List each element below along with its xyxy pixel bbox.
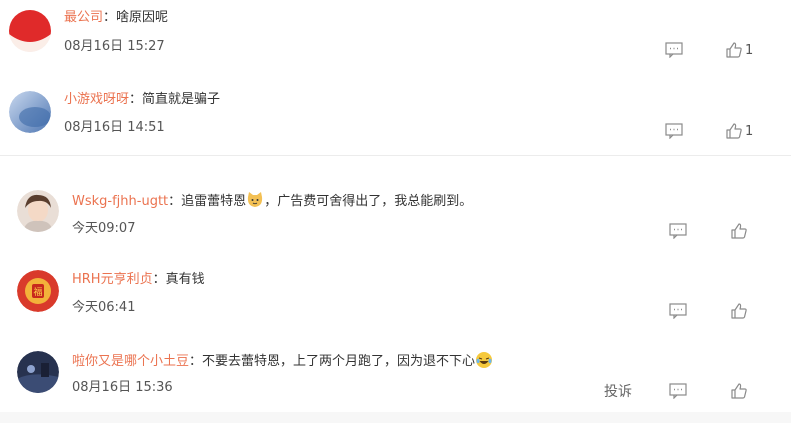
- comment-text: 追雷蕾特恩: [181, 194, 247, 209]
- timestamp: 今天06:41: [72, 300, 136, 315]
- comment-text: 不要去蕾特恩，上了两个月跑了，因为退不下心: [202, 354, 476, 369]
- comment-item: 啦你又是哪个小土豆：不要去蕾特恩，上了两个月跑了，因为退不下心 08月16日 1…: [0, 345, 791, 415]
- thumbs-up-icon: [726, 42, 742, 58]
- comment-icon[interactable]: [663, 120, 685, 142]
- timestamp: 08月16日 15:27: [64, 39, 165, 54]
- avatar[interactable]: [17, 190, 59, 232]
- separator: ：: [168, 194, 182, 209]
- footer-band: [0, 412, 791, 423]
- timestamp: 今天09:07: [72, 221, 136, 236]
- thumbs-up-icon: [726, 123, 742, 139]
- comment-text-continued: ，广告费可舍得出了，我总能刷到。: [264, 194, 473, 209]
- username-link[interactable]: Wskg-fjhh-ugtt: [72, 194, 168, 209]
- comment-text: 真有钱: [165, 272, 205, 287]
- thumbs-up-icon: [731, 303, 747, 319]
- avatar[interactable]: 福: [17, 270, 59, 312]
- comment-item: 福 HRH元亨利贞：真有钱 今天06:41: [0, 262, 791, 332]
- thumbs-up-icon: [731, 383, 747, 399]
- comment-icon[interactable]: [667, 220, 689, 242]
- like-button[interactable]: [728, 220, 750, 242]
- like-button[interactable]: 1: [725, 120, 765, 142]
- timestamp: 08月16日 15:36: [72, 380, 173, 395]
- section-divider: [0, 155, 791, 156]
- thumbs-up-icon: [731, 223, 747, 239]
- like-button[interactable]: [728, 380, 750, 402]
- username-link[interactable]: 啦你又是哪个小土豆: [72, 354, 189, 369]
- avatar[interactable]: [17, 351, 59, 393]
- username-link[interactable]: HRH元亨利贞: [72, 272, 153, 287]
- report-link[interactable]: 投诉: [604, 381, 632, 401]
- laughing-emoji: [475, 351, 493, 369]
- comment-icon[interactable]: [667, 300, 689, 322]
- comment-item: 小游戏呀呀：简直就是骗子 08月16日 14:51 1: [0, 80, 791, 150]
- like-button[interactable]: [728, 300, 750, 322]
- username-link[interactable]: 小游戏呀呀: [64, 92, 129, 107]
- svg-text:福: 福: [33, 286, 42, 298]
- cat-face-emoji: [246, 191, 264, 209]
- avatar[interactable]: [9, 91, 51, 133]
- separator: ：: [189, 354, 203, 369]
- comment-icon[interactable]: [663, 39, 685, 61]
- comment-text: 啥原因呢: [116, 10, 169, 25]
- separator: ：: [129, 92, 143, 107]
- username-link[interactable]: 最公司: [64, 10, 103, 25]
- separator: ：: [152, 272, 166, 287]
- avatar[interactable]: [9, 10, 51, 52]
- timestamp: 08月16日 14:51: [64, 120, 165, 135]
- like-count: 1: [745, 42, 754, 58]
- comment-item: 最公司：啥原因呢 08月16日 15:27 1: [0, 0, 791, 70]
- separator: ：: [103, 10, 117, 25]
- comment-text: 简直就是骗子: [142, 92, 221, 107]
- like-button[interactable]: 1: [725, 39, 765, 61]
- like-count: 1: [745, 123, 754, 139]
- comment-icon[interactable]: [667, 380, 689, 402]
- comment-item: Wskg-fjhh-ugtt：追雷蕾特恩 ，广告费可舍得出了，我总能刷到。 今天0…: [0, 180, 791, 250]
